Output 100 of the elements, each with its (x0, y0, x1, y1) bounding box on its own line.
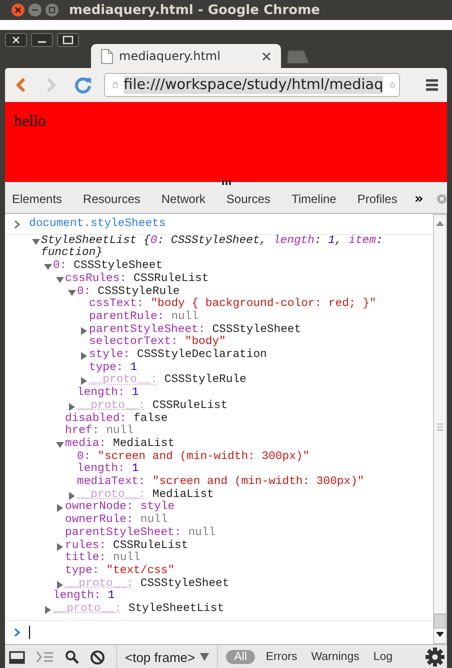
filter-button[interactable]: Warnings (308, 650, 362, 664)
property-value: null (113, 552, 140, 564)
property-name: disabled: (65, 412, 127, 425)
property-name: __proto__: (77, 488, 146, 501)
search-icon[interactable] (65, 650, 79, 664)
property-value: CSSStyleSheet (74, 260, 163, 272)
close-icon[interactable] (11, 3, 25, 17)
property-value: MediaList (113, 438, 175, 450)
property-name: selectorText: (89, 336, 178, 348)
maximize-icon[interactable] (57, 33, 79, 47)
property-name: 0: (77, 450, 91, 463)
property-value: CSSStyleRule (98, 286, 180, 298)
property-name: ownerRule: (65, 514, 134, 526)
property-value: "screen and (min-width: 300px)" (152, 476, 364, 488)
property-value: null (106, 425, 134, 438)
browser-tab[interactable]: mediaquery.html (91, 44, 281, 68)
clear-icon[interactable] (90, 650, 105, 664)
property-name: length: (77, 463, 125, 476)
property-value: "body { background-color: red; }" (150, 298, 376, 310)
property-value: StyleSheetList (128, 603, 224, 616)
property-name: __proto__: (53, 603, 122, 616)
property-name: media: (65, 438, 106, 450)
property-name: ownerNode: (65, 501, 134, 514)
property-value: CSSStyleRule (164, 374, 246, 388)
property-value: null (188, 526, 216, 540)
menu-icon[interactable] (425, 78, 439, 92)
property-name: length: (77, 387, 125, 400)
reload-icon[interactable] (74, 76, 92, 94)
address-bar[interactable]: file:///workspace/study/html/mediaq (104, 73, 400, 97)
property-value: CSSRuleList (152, 400, 228, 412)
property-value: "body" (184, 336, 226, 348)
property-name: type: (65, 564, 100, 578)
overflow-button[interactable]: » (414, 191, 424, 207)
property-value: CSSStyleSheet (212, 324, 302, 336)
property-value: style (140, 501, 175, 514)
page-icon (101, 48, 113, 64)
disclosure-triangle-icon[interactable] (79, 326, 89, 335)
property-value: 1 (132, 463, 139, 476)
property-name: href: (65, 425, 100, 438)
disclosure-triangle-icon[interactable] (55, 542, 65, 551)
disclosure-triangle-icon[interactable] (55, 440, 65, 449)
property-value: "screen and (min-width: 300px)" (98, 450, 310, 463)
console-command: document.styleSheets (29, 218, 166, 231)
object-summary: StyleSheetList {0: CSSStyleSheet, length: 1, item: function} (41, 234, 384, 260)
minimize-icon[interactable] (31, 33, 53, 47)
property-name: parentStyleSheet: (65, 526, 182, 540)
property-name: 0: (77, 286, 91, 298)
disclosure-triangle-icon[interactable] (43, 262, 53, 272)
dock-icon[interactable] (9, 650, 25, 664)
resize-handle-icon[interactable] (222, 180, 230, 185)
devtools-tab[interactable]: Timeline (291, 192, 336, 206)
devtools-tab[interactable]: Elements (12, 192, 62, 206)
property-value: 1 (132, 387, 139, 400)
back-icon[interactable] (14, 77, 28, 93)
frame-selector[interactable]: <top frame> (116, 645, 218, 668)
disclosure-triangle-icon[interactable] (55, 274, 65, 284)
devtools-tab[interactable]: Resources (83, 192, 140, 206)
property-name: style: (89, 349, 130, 362)
dropdown-arrow-icon (200, 653, 210, 661)
disclosure-triangle-icon[interactable] (55, 580, 65, 589)
property-name: length: (53, 590, 101, 603)
devtools-tab[interactable]: Sources (226, 192, 270, 206)
disclosure-triangle-icon[interactable] (31, 236, 41, 246)
disclosure-triangle-icon[interactable] (43, 605, 53, 614)
property-name: __proto__: (89, 374, 158, 386)
property-name: __proto__: (65, 578, 134, 590)
property-name: title: (65, 552, 106, 565)
filter-button[interactable]: Log (370, 650, 396, 664)
disclosure-triangle-icon[interactable] (67, 288, 77, 297)
disclosure-triangle-icon[interactable] (79, 351, 89, 360)
property-value: null (171, 310, 199, 324)
property-value: MediaList (152, 488, 214, 501)
property-value: CSSStyleDeclaration (137, 349, 267, 362)
disclosure-triangle-icon[interactable] (55, 503, 65, 512)
chevron-icon (14, 220, 21, 229)
window-title: mediaquery.html - Google Chrome (69, 2, 320, 18)
disclosure-triangle-icon[interactable] (67, 402, 77, 411)
property-name: __proto__: (77, 400, 146, 412)
disclosure-triangle-icon[interactable] (79, 376, 89, 386)
disclosure-triangle-icon[interactable] (67, 490, 77, 500)
scrollbar[interactable] (433, 214, 447, 644)
filter-button[interactable]: Errors (262, 650, 300, 664)
property-name: 0: (53, 260, 67, 272)
property-name: parentStyleSheet: (89, 324, 206, 336)
property-name: rules: (65, 540, 106, 552)
property-value: null (140, 514, 168, 526)
prompt-icon (14, 628, 21, 637)
property-value: CSSStyleSheet (140, 578, 230, 590)
property-value: CSSRuleList (113, 540, 188, 552)
settings-icon[interactable] (425, 647, 445, 667)
devtools-tab[interactable]: Network (161, 192, 206, 206)
close-icon[interactable] (262, 52, 271, 60)
property-name: cssRules: (65, 272, 127, 286)
devtools-tab[interactable]: Profiles (357, 192, 398, 206)
property-value: 1 (130, 362, 138, 374)
page-text: hello (14, 113, 46, 130)
close-icon[interactable] (5, 33, 27, 47)
property-name: mediaText: (77, 476, 146, 489)
property-value: CSSRuleList (134, 272, 209, 286)
property-name: cssText: (89, 298, 144, 310)
